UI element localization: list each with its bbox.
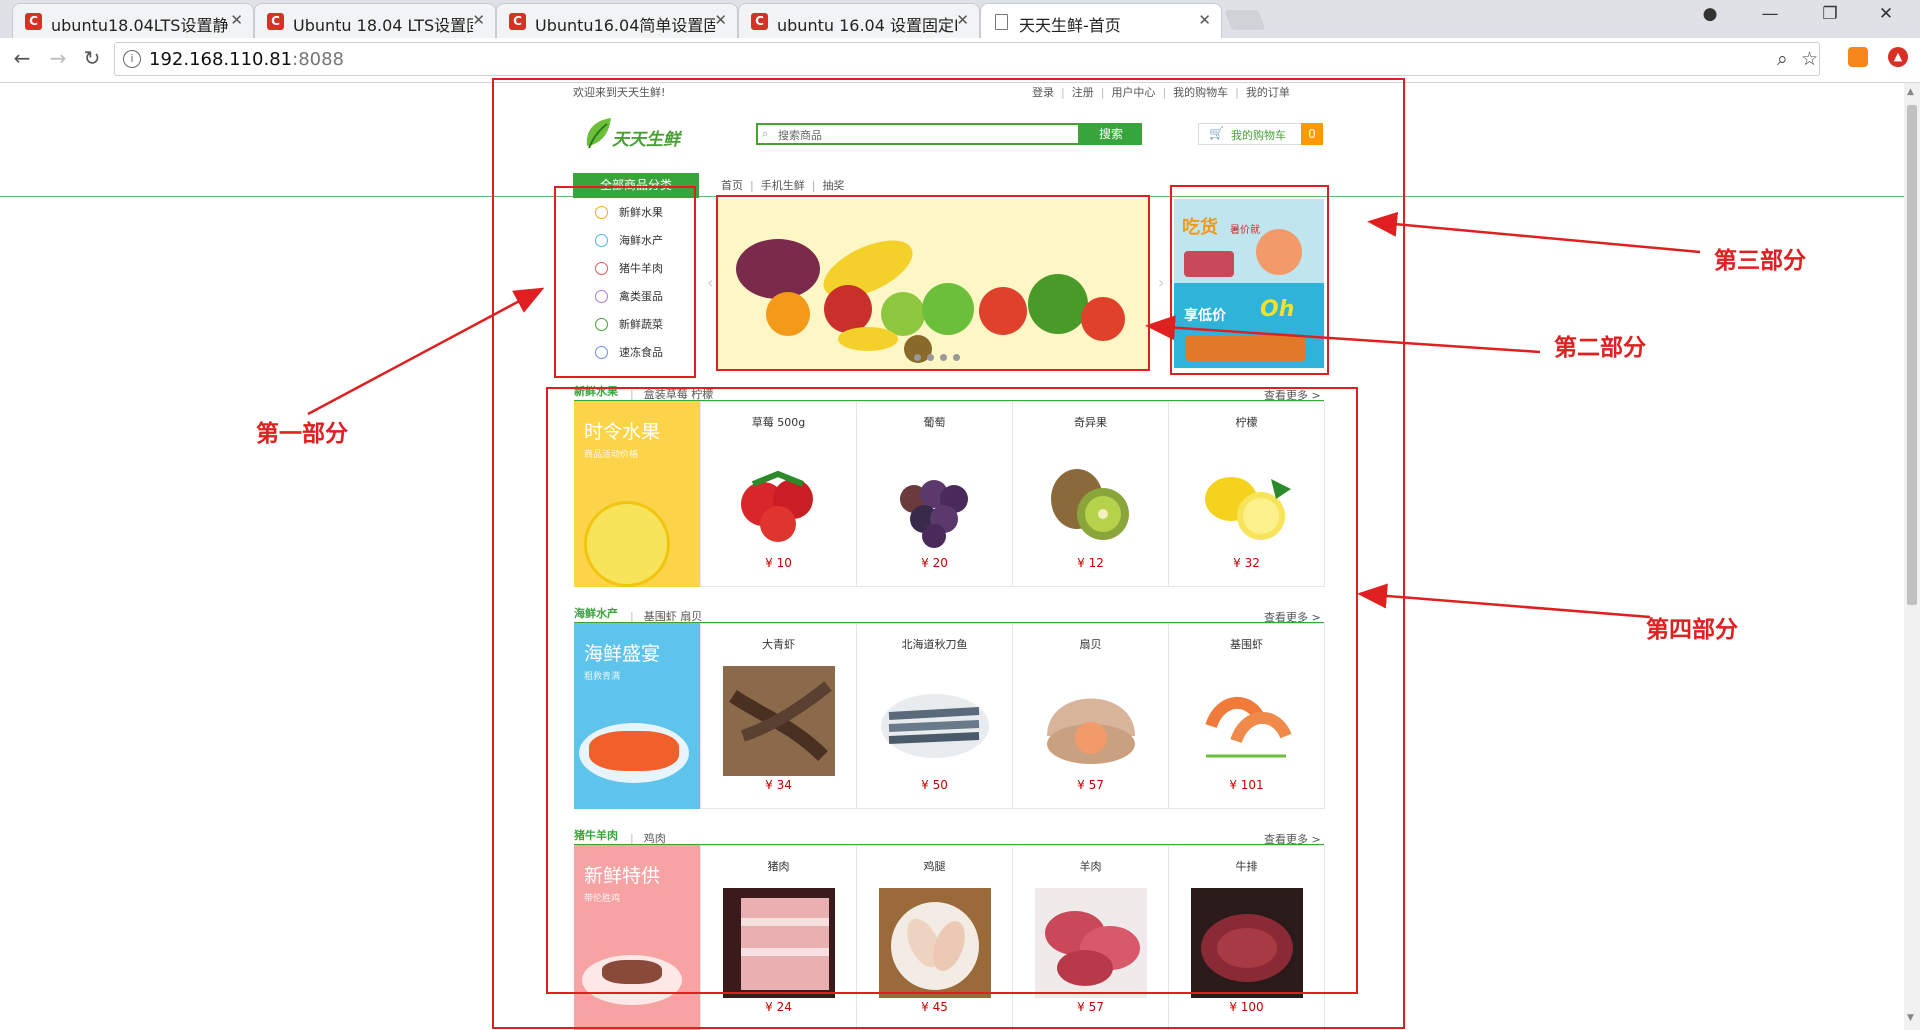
- annotation-arrows: [307, 211, 1701, 619]
- arrow-part3: [1367, 211, 1701, 254]
- annotation-label-part2: 第二部分: [1554, 335, 1646, 361]
- annotation-label-part3: 第三部分: [1714, 248, 1806, 274]
- annotation-label-part1: 第一部分: [256, 421, 348, 447]
- annotation-label-part4: 第四部分: [1646, 617, 1738, 643]
- arrow-part4: [1357, 583, 1651, 619]
- arrow-part1: [307, 287, 545, 416]
- arrow-part2: [1145, 315, 1541, 354]
